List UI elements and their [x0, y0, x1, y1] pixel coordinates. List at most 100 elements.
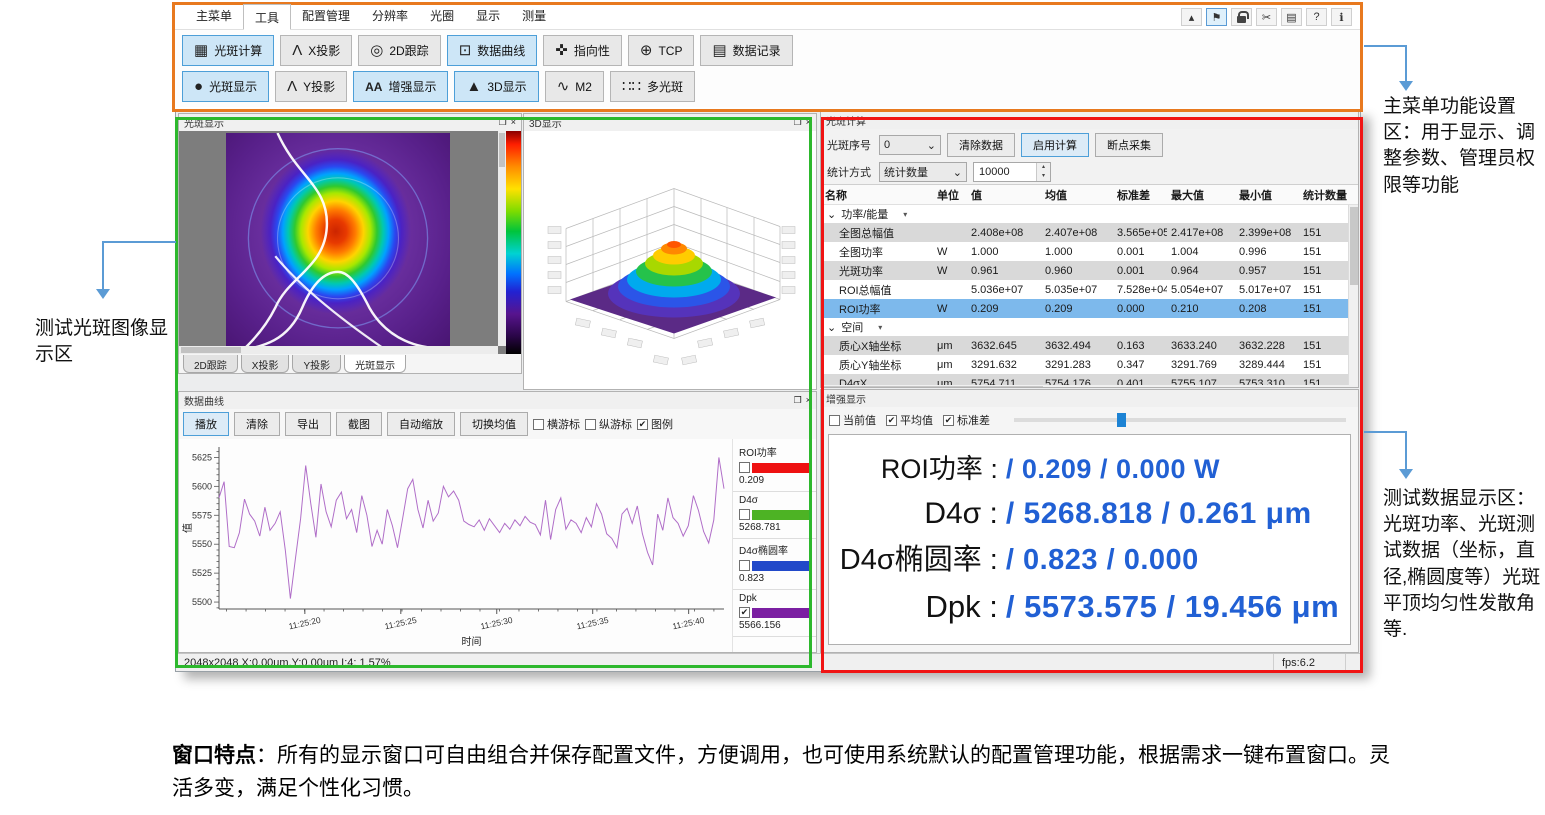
filter-down-icon[interactable]: ▾	[878, 323, 882, 332]
table-group-row[interactable]: ⌄空间▾	[821, 318, 1358, 336]
spot-tab-4[interactable]: 光斑显示	[344, 355, 406, 373]
table-horizontal-scrollbar[interactable]	[821, 385, 1358, 388]
resize-grip[interactable]	[1346, 654, 1360, 671]
menu-tab-6[interactable]: 显示	[465, 3, 511, 29]
table-group-row[interactable]: ⌄功率/能量▾	[821, 205, 1358, 223]
legend-name: ROI功率	[739, 444, 810, 459]
checkbox-icon[interactable]	[829, 415, 840, 426]
当前值-checkbox[interactable]: 当前值	[829, 412, 876, 428]
table-row[interactable]: ROI总幅值5.036e+075.035e+077.528e+045.054e+…	[821, 280, 1358, 299]
3d-display-icon: ▲	[466, 79, 481, 94]
spot-tab-2[interactable]: X投影	[241, 355, 290, 373]
TCP-button[interactable]: ⊕TCP	[628, 35, 695, 66]
光斑计算-button[interactable]: ▦光斑计算	[182, 35, 274, 66]
time-series-chart[interactable]: 55005525555055755600562511:25:2011:25:25…	[179, 439, 732, 653]
3d-surface-plot[interactable]	[524, 131, 816, 390]
breakpoint-capture-button[interactable]: 断点采集	[1095, 133, 1163, 157]
平均值-checkbox[interactable]: ✔平均值	[886, 412, 933, 428]
font-size-slider[interactable]	[1014, 418, 1346, 422]
table-header-cell: 单位	[933, 187, 967, 203]
M2-button[interactable]: ∿M2	[545, 71, 604, 102]
info-icon[interactable]: ℹ	[1331, 8, 1352, 26]
menu-tab-5[interactable]: 光圈	[419, 3, 465, 29]
checkbox-icon[interactable]: ✔	[637, 419, 648, 430]
help-icon[interactable]: ?	[1306, 8, 1327, 26]
纵游标-checkbox[interactable]: 纵游标	[585, 416, 632, 432]
checkbox-icon[interactable]: ✔	[886, 415, 897, 426]
多光斑-button[interactable]: ∷∷多光斑	[610, 71, 695, 102]
切换均值-button[interactable]: 切换均值	[460, 412, 528, 436]
menu-tab-3[interactable]: 配置管理	[291, 3, 361, 29]
2D跟踪-button[interactable]: ◎2D跟踪	[358, 35, 440, 66]
pin-icon[interactable]: ⚑	[1206, 8, 1227, 26]
Y投影-button[interactable]: ΛY投影	[275, 71, 347, 102]
数据记录-button[interactable]: ▤数据记录	[700, 35, 792, 66]
close-icon[interactable]: ×	[806, 117, 811, 128]
beam-image-area[interactable]	[179, 131, 521, 354]
table-row[interactable]: 质心Y轴坐标μm3291.6323291.2830.3473291.769328…	[821, 355, 1358, 374]
导出-button[interactable]: 导出	[285, 412, 331, 436]
table-row[interactable]: 全图功率W1.0001.0000.0011.0040.996151	[821, 242, 1358, 261]
播放-button[interactable]: 播放	[183, 412, 229, 436]
checkbox-icon[interactable]	[533, 419, 544, 430]
增强显示-button[interactable]: AA增强显示	[353, 71, 448, 102]
legend-bar	[739, 560, 810, 571]
光斑显示-button[interactable]: ●光斑显示	[182, 71, 269, 102]
close-icon[interactable]: ×	[511, 117, 516, 128]
menu-tab-1[interactable]: 主菜单	[185, 3, 243, 29]
指向性-button[interactable]: ✜指向性	[543, 35, 622, 66]
table-row[interactable]: D4σXμm5754.7115754.1760.4015755.1075753.…	[821, 374, 1358, 385]
toolbar-button-label: 增强显示	[388, 78, 436, 95]
lock-icon[interactable]	[1231, 8, 1252, 26]
clear-data-button[interactable]: 清除数据	[947, 133, 1015, 157]
table-row[interactable]: 质心X轴坐标μm3632.6453632.4940.1633633.240363…	[821, 336, 1358, 355]
自动缩放-button[interactable]: 自动缩放	[387, 412, 455, 436]
spot-seq-select[interactable]: 0⌄	[879, 135, 941, 155]
legend-checkbox[interactable]	[739, 560, 750, 571]
3D显示-button[interactable]: ▲3D显示	[454, 71, 538, 102]
data-region-note: 测试数据显示区：光斑功率、光斑测试数据（坐标，直径,椭圆度等）光斑平顶均匀性发散…	[1383, 486, 1541, 643]
scissors-icon[interactable]: ✂	[1256, 8, 1277, 26]
X投影-button[interactable]: ΛX投影	[280, 35, 352, 66]
checkbox-icon[interactable]	[585, 419, 596, 430]
menu-tab-2[interactable]: 工具	[243, 4, 291, 30]
caret-down-icon[interactable]: ⌄	[827, 321, 836, 334]
spin-up-icon[interactable]: ▴	[1037, 163, 1050, 172]
menu-tab-4[interactable]: 分辨率	[361, 3, 419, 29]
table-row[interactable]: 光斑功率W0.9610.9600.0010.9640.957151	[821, 261, 1358, 280]
table-row[interactable]: ROI功率W0.2090.2090.0000.2100.208151	[821, 299, 1358, 318]
横游标-checkbox[interactable]: 横游标	[533, 416, 580, 432]
legend-name: D4σ椭圆率	[739, 542, 810, 557]
图例-checkbox[interactable]: ✔图例	[637, 416, 673, 432]
enable-calc-button[interactable]: 启用计算	[1021, 133, 1089, 157]
toolbar-button-label: 指向性	[574, 42, 610, 59]
menu-tab-7[interactable]: 测量	[511, 3, 557, 29]
spin-down-icon[interactable]: ▾	[1037, 172, 1050, 181]
close-icon[interactable]: ×	[806, 395, 811, 406]
截图-button[interactable]: 截图	[336, 412, 382, 436]
table-row[interactable]: 全图总幅值2.408e+082.407e+083.565e+052.417e+0…	[821, 223, 1358, 242]
vertical-scrollbar[interactable]	[498, 131, 506, 346]
table-vertical-scrollbar[interactable]	[1348, 205, 1358, 385]
float-icon[interactable]: ❐	[794, 395, 802, 406]
数据曲线-button[interactable]: ⊡数据曲线	[447, 35, 538, 66]
slider-handle[interactable]	[1117, 413, 1126, 427]
stat-count-spinner[interactable]: 10000 ▴ ▾	[973, 162, 1051, 182]
caret-down-icon[interactable]: ⌄	[827, 208, 836, 221]
spot-tab-1[interactable]: 2D跟踪	[183, 355, 238, 373]
report-icon[interactable]: ▤	[1281, 8, 1302, 26]
spot-tab-3[interactable]: Y投影	[292, 355, 341, 373]
标准差-checkbox[interactable]: ✔标准差	[943, 412, 990, 428]
stat-mode-select[interactable]: 统计数量⌄	[879, 162, 967, 182]
legend-checkbox[interactable]	[739, 462, 750, 473]
float-icon[interactable]: ❐	[499, 117, 507, 128]
checkbox-icon[interactable]: ✔	[943, 415, 954, 426]
float-icon[interactable]: ❐	[794, 117, 802, 128]
horizontal-scrollbar[interactable]	[179, 346, 498, 354]
filter-down-icon[interactable]: ▾	[903, 210, 907, 219]
legend-checkbox[interactable]: ✔	[739, 607, 750, 618]
清除-button[interactable]: 清除	[234, 412, 280, 436]
collapse-up-icon[interactable]: ▴	[1181, 8, 1202, 26]
spot-calc-panel: 光斑计算 光斑序号 0⌄ 清除数据 启用计算 断点采集 统计方式 统计数量⌄ 1…	[820, 111, 1359, 388]
legend-checkbox[interactable]	[739, 509, 750, 520]
